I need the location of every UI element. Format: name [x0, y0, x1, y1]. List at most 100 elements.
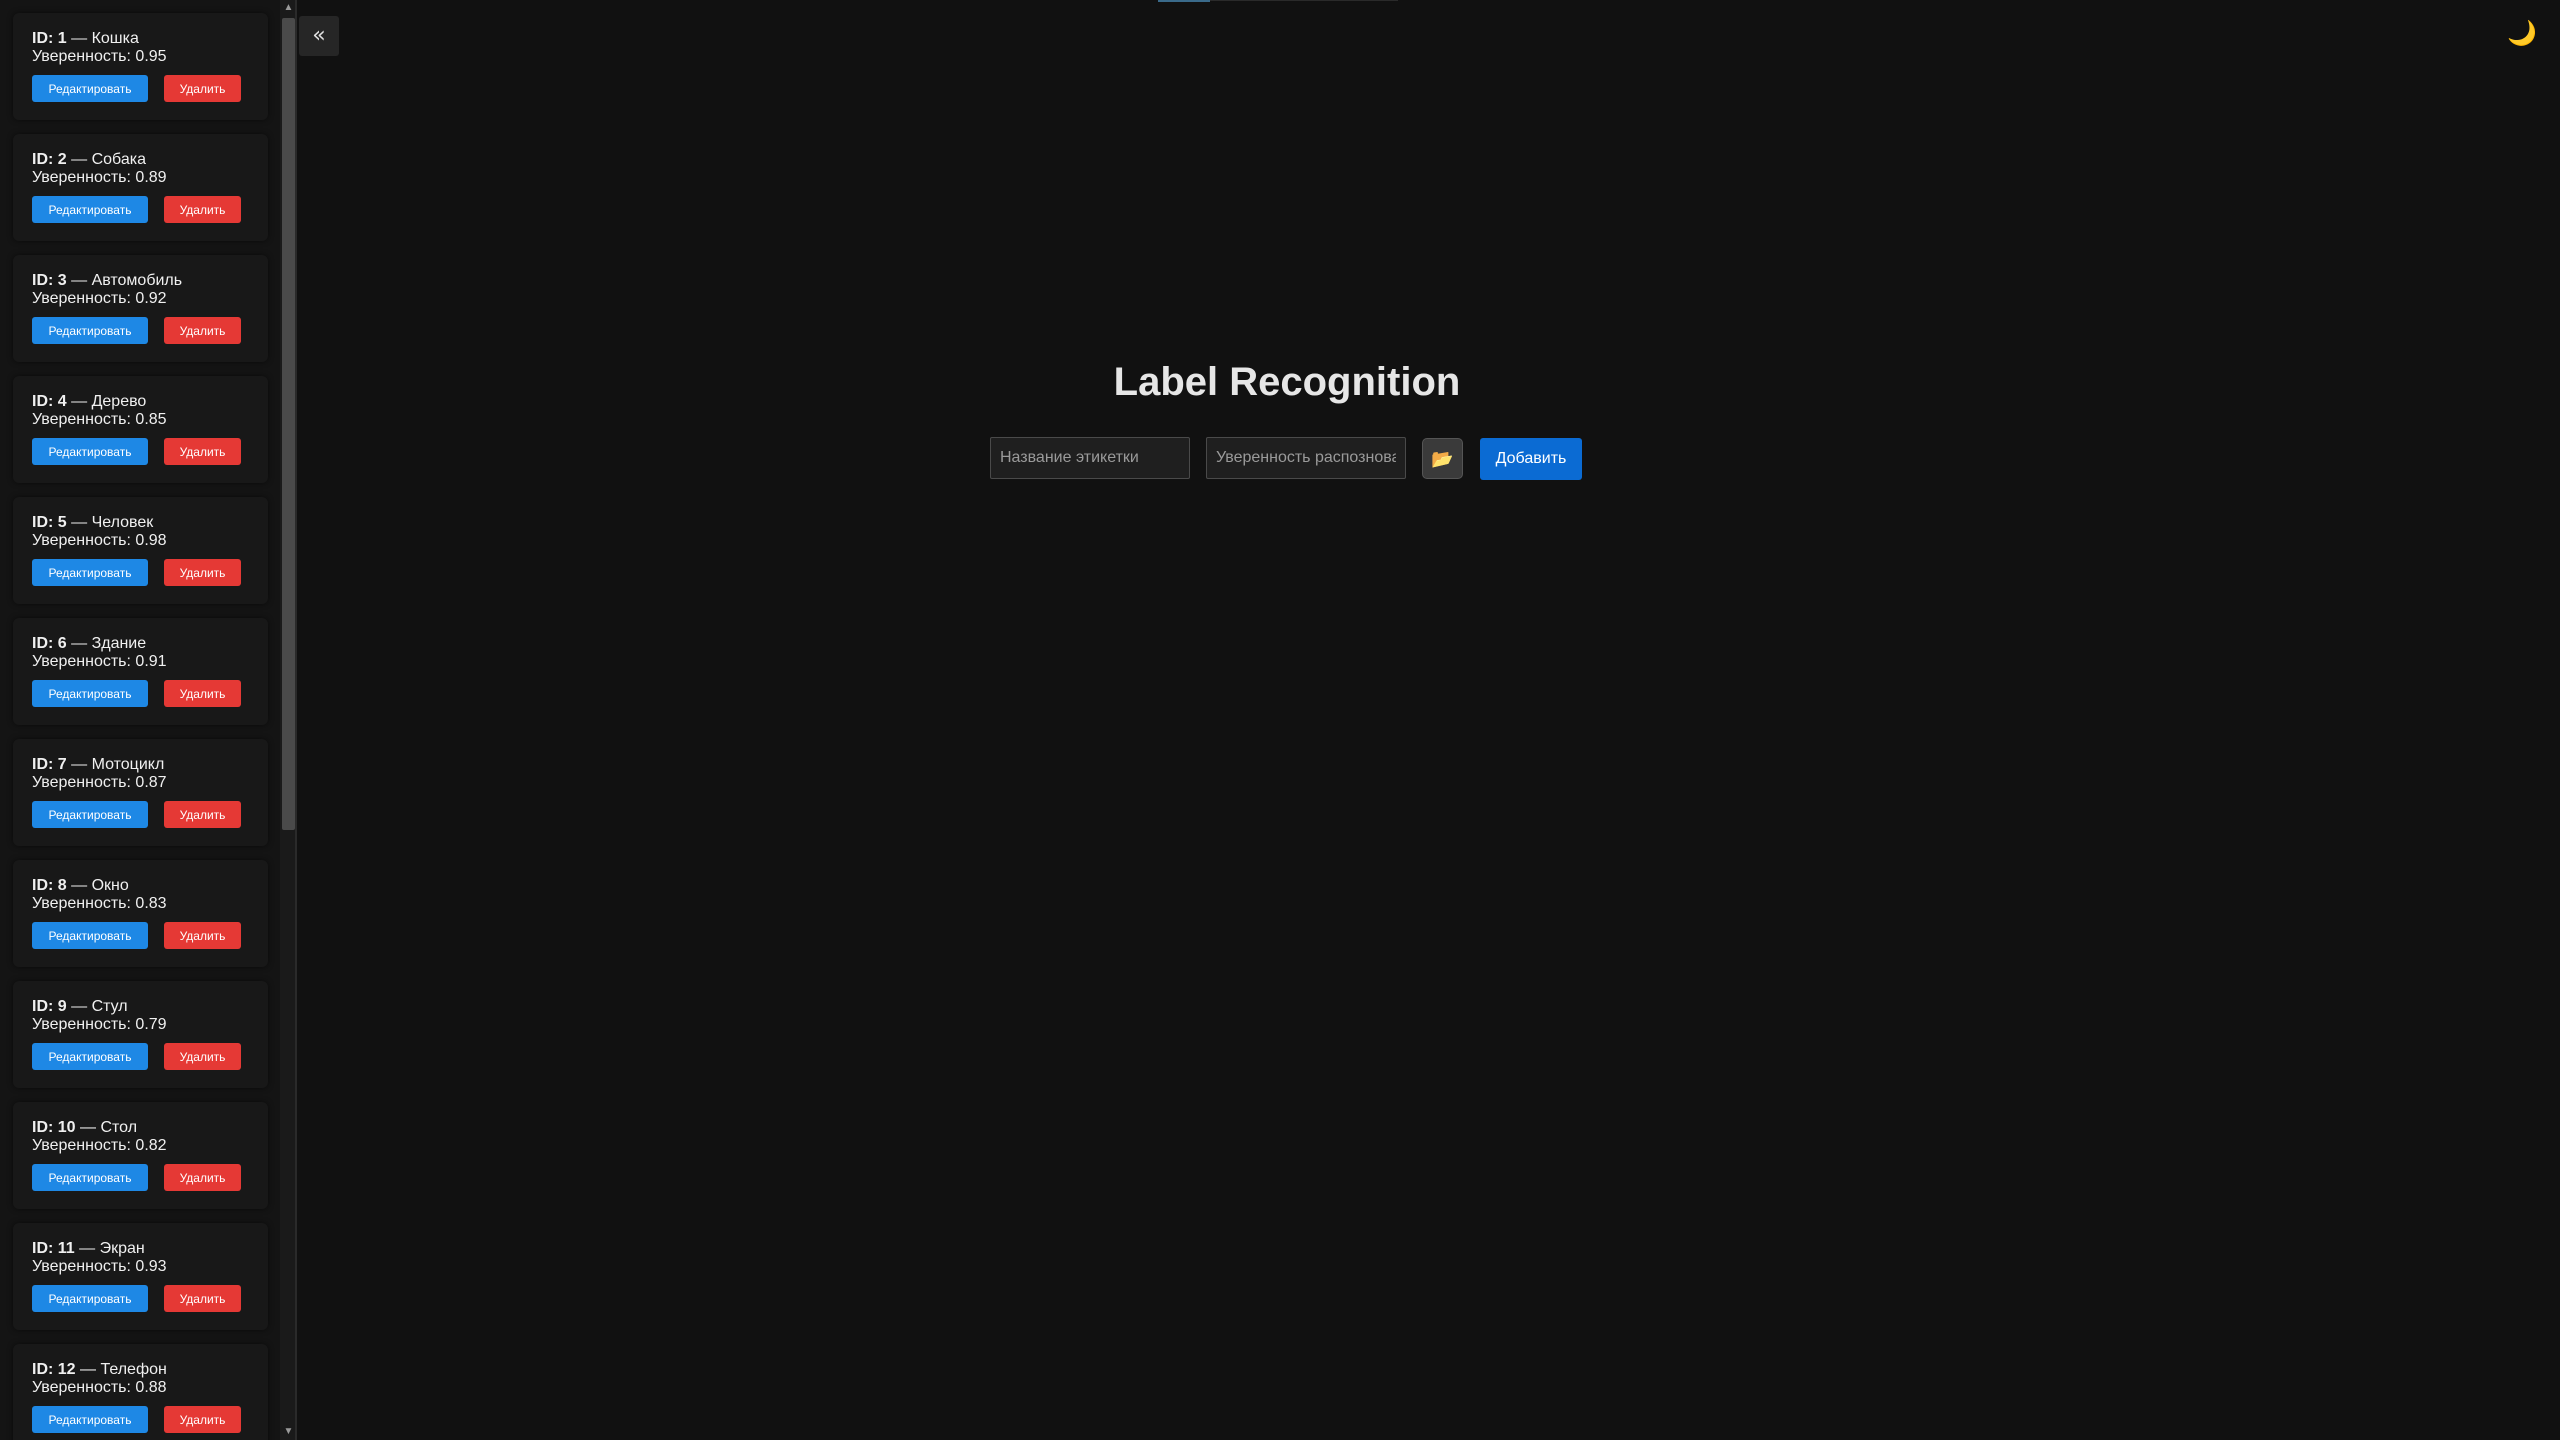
delete-button[interactable]: Удалить — [164, 1285, 241, 1312]
delete-button[interactable]: Удалить — [164, 680, 241, 707]
label-title: ID: 12 — Телефон — [32, 1361, 268, 1379]
label-separator: — — [66, 272, 92, 289]
card-actions: Редактировать Удалить — [32, 1164, 268, 1191]
confidence-prefix: Уверенность: — [32, 48, 131, 65]
folder-icon: 📂 — [1431, 449, 1454, 469]
label-confidence: Уверенность: 0.85 — [32, 411, 268, 429]
label-confidence: Уверенность: 0.98 — [32, 532, 268, 550]
edit-button[interactable]: Редактировать — [32, 196, 148, 223]
label-title: ID: 8 — Окно — [32, 877, 268, 895]
app-root: ID: 1 — Кошка Уверенность: 0.95 Редактиров… — [0, 0, 2560, 1440]
label-separator: — — [66, 998, 92, 1015]
card-actions: Редактировать Удалить — [32, 1043, 268, 1070]
delete-button[interactable]: Удалить — [164, 922, 241, 949]
label-card: ID: 3 — Автомобиль Уверенность: 0.92 Редак… — [13, 255, 268, 362]
scroll-down-icon[interactable]: ▼ — [280, 1424, 295, 1440]
delete-button[interactable]: Удалить — [164, 1164, 241, 1191]
label-card: ID: 6 — Здание Уверенность: 0.91 Редактиро… — [13, 618, 268, 725]
confidence-prefix: Уверенность: — [32, 653, 131, 670]
edit-button[interactable]: Редактировать — [32, 438, 148, 465]
label-id: ID: 5 — [32, 514, 67, 531]
label-name: Стул — [91, 998, 128, 1015]
add-button[interactable]: Добавить — [1480, 438, 1582, 480]
edit-button[interactable]: Редактировать — [32, 559, 148, 586]
collapse-sidebar-button[interactable]: « — [299, 16, 339, 56]
label-name: Стол — [100, 1119, 138, 1136]
label-separator: — — [66, 393, 92, 410]
edit-button[interactable]: Редактировать — [32, 75, 148, 102]
confidence-value: 0.89 — [135, 169, 167, 186]
label-confidence: Уверенность: 0.87 — [32, 774, 268, 792]
label-name: Собака — [91, 151, 146, 168]
delete-button[interactable]: Удалить — [164, 559, 241, 586]
labels-list: ID: 1 — Кошка Уверенность: 0.95 Редактиров… — [13, 13, 268, 1440]
scroll-up-icon[interactable]: ▲ — [280, 0, 295, 16]
label-name: Экран — [99, 1240, 145, 1257]
top-progress-track — [1210, 0, 1398, 1]
moon-icon: 🌙 — [2507, 20, 2537, 47]
label-id: ID: 4 — [32, 393, 67, 410]
confidence-prefix: Уверенность: — [32, 1379, 131, 1396]
label-card: ID: 8 — Окно Уверенность: 0.83 Редактирова… — [13, 860, 268, 967]
label-name: Телефон — [100, 1361, 167, 1378]
label-separator: — — [66, 30, 92, 47]
label-name-input[interactable] — [990, 437, 1190, 479]
label-separator: — — [66, 756, 92, 773]
label-name: Человек — [91, 514, 154, 531]
card-actions: Редактировать Удалить — [32, 680, 268, 707]
delete-button[interactable]: Удалить — [164, 317, 241, 344]
delete-button[interactable]: Удалить — [164, 1043, 241, 1070]
confidence-value: 0.88 — [135, 1379, 167, 1396]
edit-button[interactable]: Редактировать — [32, 317, 148, 344]
confidence-input[interactable] — [1206, 437, 1406, 479]
label-title: ID: 7 — Мотоцикл — [32, 756, 268, 774]
label-id: ID: 9 — [32, 998, 67, 1015]
label-card: ID: 7 — Мотоцикл Уверенность: 0.87 Редакти… — [13, 739, 268, 846]
label-confidence: Уверенность: 0.89 — [32, 169, 268, 187]
label-card: ID: 5 — Человек Уверенность: 0.98 Редактир… — [13, 497, 268, 604]
label-name: Дерево — [91, 393, 147, 410]
confidence-value: 0.95 — [135, 48, 167, 65]
label-card: ID: 11 — Экран Уверенность: 0.93 Редактиро… — [13, 1223, 268, 1330]
confidence-prefix: Уверенность: — [32, 1137, 131, 1154]
card-actions: Редактировать Удалить — [32, 438, 268, 465]
label-id: ID: 11 — [32, 1240, 75, 1257]
confidence-value: 0.82 — [135, 1137, 167, 1154]
confidence-prefix: Уверенность: — [32, 895, 131, 912]
sidebar-scrollbar[interactable]: ▲ ▼ — [280, 0, 295, 1440]
confidence-value: 0.85 — [135, 411, 167, 428]
edit-button[interactable]: Редактировать — [32, 680, 148, 707]
confidence-prefix: Уверенность: — [32, 1016, 131, 1033]
label-title: ID: 9 — Стул — [32, 998, 268, 1016]
delete-button[interactable]: Удалить — [164, 1406, 241, 1433]
delete-button[interactable]: Удалить — [164, 196, 241, 223]
edit-button[interactable]: Редактировать — [32, 1164, 148, 1191]
confidence-prefix: Уверенность: — [32, 169, 131, 186]
confidence-prefix: Уверенность: — [32, 532, 131, 549]
delete-button[interactable]: Удалить — [164, 75, 241, 102]
choose-file-button[interactable]: 📂 — [1422, 438, 1463, 479]
label-card: ID: 10 — Стол Уверенность: 0.82 Редактиров… — [13, 1102, 268, 1209]
label-confidence: Уверенность: 0.93 — [32, 1258, 268, 1276]
confidence-value: 0.87 — [135, 774, 167, 791]
label-separator: — — [66, 877, 92, 894]
delete-button[interactable]: Удалить — [164, 438, 241, 465]
label-title: ID: 5 — Человек — [32, 514, 268, 532]
card-actions: Редактировать Удалить — [32, 559, 268, 586]
scrollbar-thumb[interactable] — [282, 18, 295, 830]
label-title: ID: 1 — Кошка — [32, 30, 268, 48]
edit-button[interactable]: Редактировать — [32, 1043, 148, 1070]
page-title: Label Recognition — [1113, 360, 1461, 404]
edit-button[interactable]: Редактировать — [32, 1285, 148, 1312]
confidence-value: 0.83 — [135, 895, 167, 912]
label-name: Здание — [91, 635, 147, 652]
delete-button[interactable]: Удалить — [164, 801, 241, 828]
card-actions: Редактировать Удалить — [32, 75, 268, 102]
edit-button[interactable]: Редактировать — [32, 1406, 148, 1433]
theme-toggle-button[interactable]: 🌙 — [2506, 18, 2538, 50]
card-actions: Редактировать Удалить — [32, 1406, 268, 1433]
label-confidence: Уверенность: 0.88 — [32, 1379, 268, 1397]
edit-button[interactable]: Редактировать — [32, 801, 148, 828]
label-separator: — — [66, 514, 92, 531]
edit-button[interactable]: Редактировать — [32, 922, 148, 949]
